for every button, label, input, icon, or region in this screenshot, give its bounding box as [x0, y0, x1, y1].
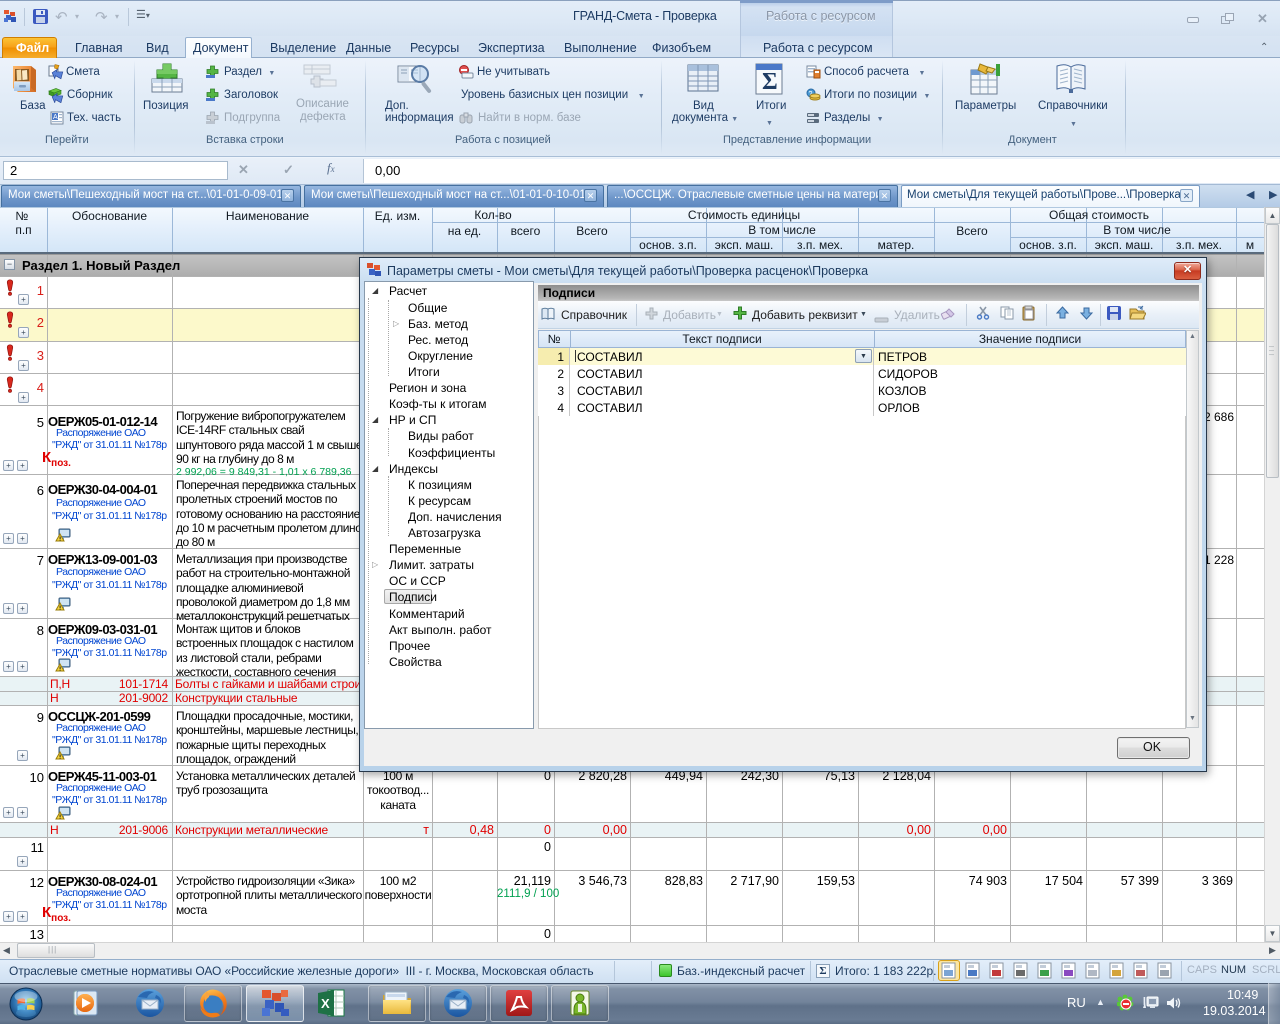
svg-text:A: A	[53, 114, 58, 121]
svg-text:X: X	[321, 996, 330, 1011]
svg-text:Σ: Σ	[762, 69, 778, 95]
